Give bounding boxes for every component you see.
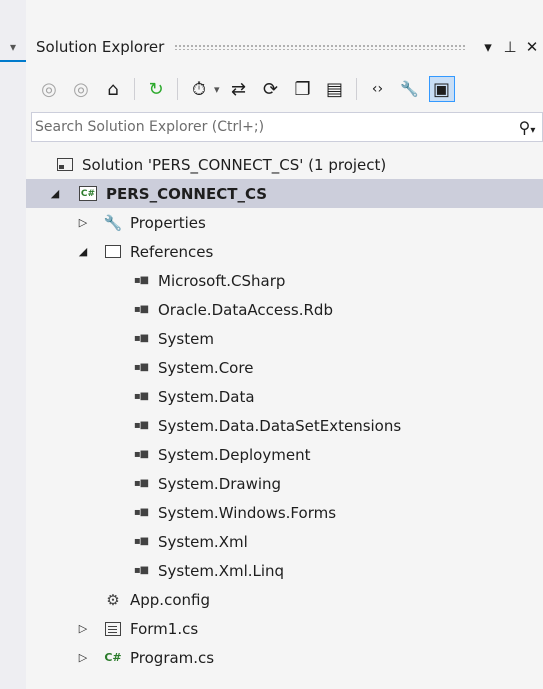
collapsed-arrow-icon[interactable]: ▷ (76, 651, 90, 664)
tree-node-label: Form1.cs (130, 619, 199, 638)
back-button[interactable]: ◎ (36, 76, 62, 102)
tree-node-program[interactable]: ▷ C# Program.cs (26, 643, 543, 672)
tree-node-label: App.config (130, 590, 210, 609)
tree-node-label: System.Xml.Linq (158, 561, 285, 580)
collapsed-arrow-icon[interactable]: ▷ (76, 622, 90, 635)
assembly-reference-icon: ▪■ (133, 565, 149, 576)
tree-node-reference[interactable]: ▪■ Microsoft.CSharp (26, 266, 543, 295)
assembly-reference-icon: ▪■ (133, 536, 149, 547)
assembly-reference-icon: ▪■ (133, 362, 149, 373)
tree-node-label: Microsoft.CSharp (158, 271, 286, 290)
tree-node-reference[interactable]: ▪■ System.Xml (26, 527, 543, 556)
left-tab-marker[interactable]: ▾ (10, 40, 16, 54)
close-icon[interactable]: ✕ (521, 38, 543, 56)
tree-node-solution[interactable]: Solution 'PERS_CONNECT_CS' (1 project) (26, 150, 543, 179)
assembly-reference-icon: ▪■ (133, 275, 149, 286)
tree-node-label: Properties (130, 213, 206, 232)
solution-explorer-panel: Solution Explorer ▾ ⊥ ✕ ◎ ◎ ⌂ ↻ ⏱ ▾ ⇄ ⟳ … (26, 0, 543, 689)
collapsed-arrow-icon[interactable]: ▷ (76, 216, 90, 229)
pending-changes-filter-button[interactable]: ↻ (143, 76, 169, 102)
tree-node-references[interactable]: ◢ References (26, 237, 543, 266)
tree-node-label: System.Deployment (158, 445, 311, 464)
tree-node-reference[interactable]: ▪■ System.Windows.Forms (26, 498, 543, 527)
assembly-reference-icon: ▪■ (133, 391, 149, 402)
assembly-reference-icon: ▪■ (133, 507, 149, 518)
tree-node-app-config[interactable]: ⚙ App.config (26, 585, 543, 614)
search-icon[interactable]: ⚲▾ (512, 118, 542, 137)
search-input[interactable] (32, 118, 512, 136)
tree-node-label: References (130, 242, 214, 261)
solution-tree: Solution 'PERS_CONNECT_CS' (1 project) ◢… (26, 150, 543, 672)
tree-node-project[interactable]: ◢ C# PERS_CONNECT_CS (26, 179, 543, 208)
collapse-all-button[interactable]: ❐ (290, 76, 316, 102)
tree-node-label: System.Drawing (158, 474, 282, 493)
tree-node-reference[interactable]: ▪■ System.Data.DataSetExtensions (26, 411, 543, 440)
solution-icon (55, 156, 75, 174)
toolbar-separator (355, 78, 357, 100)
home-button[interactable]: ⌂ (100, 76, 126, 102)
sync-with-active-document-button[interactable]: ⇄ (226, 76, 252, 102)
wrench-icon: 🔧 (103, 213, 123, 232)
tree-node-label: System (158, 329, 214, 348)
tree-node-reference[interactable]: ▪■ Oracle.DataAccess.Rdb (26, 295, 543, 324)
tree-node-label: System.Core (158, 358, 254, 377)
tree-node-label: System.Data (158, 387, 255, 406)
assembly-reference-icon: ▪■ (133, 420, 149, 431)
tree-node-label: System.Xml (158, 532, 248, 551)
view-code-button[interactable]: ‹› (365, 76, 391, 102)
tree-node-reference[interactable]: ▪■ System.Data (26, 382, 543, 411)
history-dropdown-icon[interactable]: ▾ (214, 83, 220, 96)
expanded-arrow-icon[interactable]: ◢ (76, 245, 90, 258)
assembly-reference-icon: ▪■ (133, 449, 149, 460)
tree-node-label: System.Data.DataSetExtensions (158, 416, 402, 435)
refresh-button[interactable]: ⟳ (258, 76, 284, 102)
titlebar-grip[interactable] (174, 44, 467, 50)
tree-node-reference[interactable]: ▪■ System (26, 324, 543, 353)
expanded-arrow-icon[interactable]: ◢ (48, 187, 62, 200)
assembly-reference-icon: ▪■ (133, 478, 149, 489)
tree-node-reference[interactable]: ▪■ System.Deployment (26, 440, 543, 469)
properties-button[interactable]: 🔧 (397, 76, 423, 102)
form-file-icon (103, 620, 123, 638)
tree-node-reference[interactable]: ▪■ System.Xml.Linq (26, 556, 543, 585)
assembly-reference-icon: ▪■ (133, 304, 149, 315)
tree-node-properties[interactable]: ▷ 🔧 Properties (26, 208, 543, 237)
pin-icon[interactable]: ⊥ (499, 38, 521, 56)
tree-node-label: System.Windows.Forms (158, 503, 337, 522)
tree-node-label: Solution 'PERS_CONNECT_CS' (1 project) (82, 155, 387, 174)
forward-button[interactable]: ◎ (68, 76, 94, 102)
panel-titlebar: Solution Explorer ▾ ⊥ ✕ (26, 32, 543, 62)
panel-title: Solution Explorer (36, 38, 165, 56)
history-button[interactable]: ⏱ (186, 76, 212, 102)
show-all-files-button[interactable]: ▤ (322, 76, 348, 102)
preview-selected-items-button[interactable]: ▣ (428, 76, 455, 102)
tree-node-label: Oracle.DataAccess.Rdb (158, 300, 333, 319)
tree-node-form1[interactable]: ▷ Form1.cs (26, 614, 543, 643)
tree-node-reference[interactable]: ▪■ System.Core (26, 353, 543, 382)
tree-node-label: PERS_CONNECT_CS (106, 184, 268, 203)
tree-node-label: Program.cs (130, 648, 215, 667)
window-position-dropdown-icon[interactable]: ▾ (477, 38, 499, 56)
tree-node-reference[interactable]: ▪■ System.Drawing (26, 469, 543, 498)
config-file-icon: ⚙ (106, 590, 120, 609)
references-folder-icon (103, 243, 123, 261)
panel-toolbar: ◎ ◎ ⌂ ↻ ⏱ ▾ ⇄ ⟳ ❐ ▤ ‹› 🔧 ▣ (36, 70, 536, 108)
csharp-file-icon: C# (104, 651, 122, 664)
search-bar: ⚲▾ (31, 112, 543, 142)
toolbar-separator (177, 78, 178, 100)
left-tab-active-indicator (0, 60, 26, 62)
search-options-dropdown-icon[interactable]: ▾ (530, 125, 535, 136)
left-dock-strip: ▾ (0, 0, 26, 689)
assembly-reference-icon: ▪■ (133, 333, 149, 344)
toolbar-separator (134, 78, 135, 100)
csharp-project-icon: C# (78, 185, 98, 203)
